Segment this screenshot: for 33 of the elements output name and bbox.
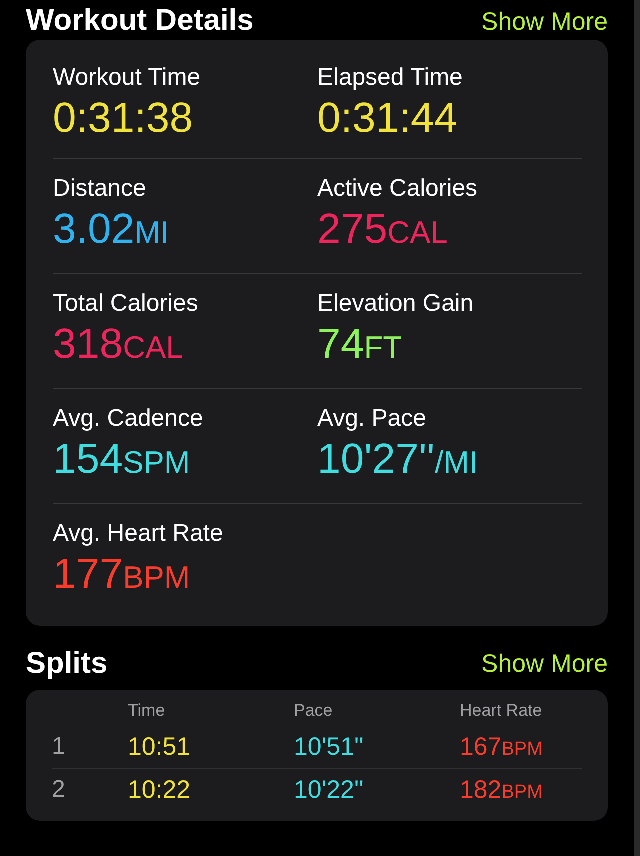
metric-label: Workout Time xyxy=(53,63,202,93)
section-title: Workout Details xyxy=(26,4,254,38)
metric-label: Total Calories xyxy=(53,289,200,319)
split-pace: 10'51'' xyxy=(294,732,364,762)
split-number: 2 xyxy=(52,776,66,804)
metric-label: Distance xyxy=(53,174,148,204)
metric-value: 0:31:38 xyxy=(53,93,194,143)
metric-value: 177BPM xyxy=(53,549,190,599)
split-number: 1 xyxy=(52,733,66,761)
metric-value: 0:31:44 xyxy=(318,93,458,143)
metric-label: Avg. Pace xyxy=(318,404,428,434)
metric-label: Elevation Gain xyxy=(318,289,475,319)
split-pace: 10'22'' xyxy=(294,776,364,804)
metric-value: 74FT xyxy=(318,319,402,369)
metric-label: Avg. Heart Rate xyxy=(53,519,224,549)
column-header: Pace xyxy=(294,701,334,721)
section-title: Splits xyxy=(26,647,108,681)
metric-label: Active Calories xyxy=(318,174,479,204)
metric-label: Avg. Cadence xyxy=(53,404,204,434)
metric-value: 10'27''/MI xyxy=(318,434,478,484)
metric-value: 318CAL xyxy=(53,319,184,369)
column-header: Heart Rate xyxy=(460,701,544,721)
column-header: Time xyxy=(128,701,166,721)
metric-label: Elapsed Time xyxy=(318,63,464,93)
split-heart-rate: 182BPM xyxy=(460,776,543,804)
metric-value: 154SPM xyxy=(53,434,190,484)
split-time: 10:51 xyxy=(128,732,191,762)
metric-value: 275CAL xyxy=(318,204,448,254)
split-heart-rate: 167BPM xyxy=(460,732,543,762)
metric-value: 3.02MI xyxy=(53,204,170,254)
split-time: 10:22 xyxy=(128,776,191,804)
show-more-link[interactable]: Show More xyxy=(482,650,608,678)
show-more-link[interactable]: Show More xyxy=(482,8,608,37)
